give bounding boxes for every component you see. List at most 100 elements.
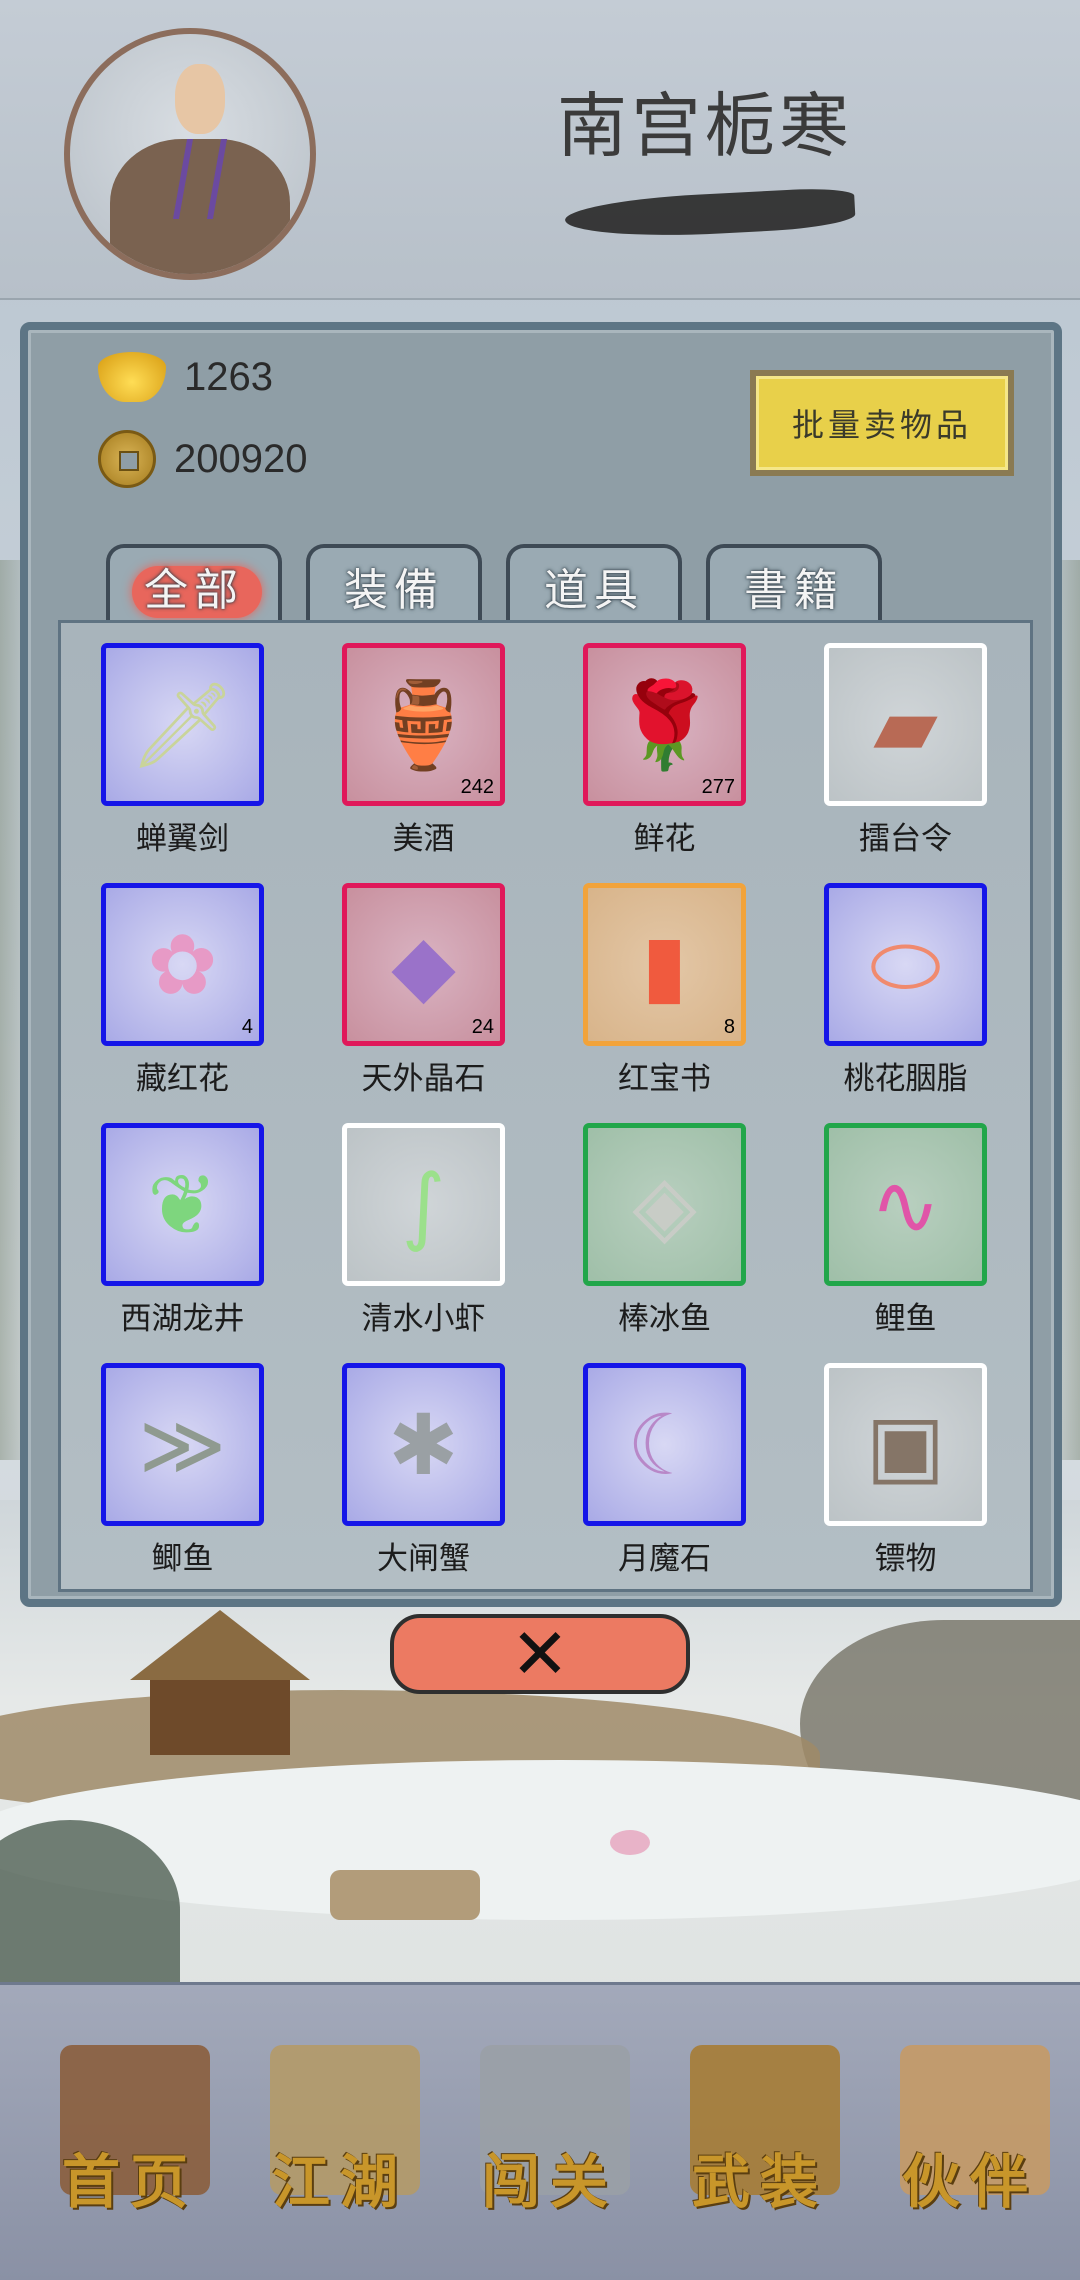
avatar[interactable] xyxy=(64,28,316,280)
item-slot[interactable]: ◆ 24 xyxy=(342,883,505,1046)
inventory-item[interactable]: ❦ 西湖龙井 xyxy=(61,1103,264,1337)
nav-label: 武装 xyxy=(691,2148,828,2216)
inventory-item[interactable]: ≫ 鲫鱼 xyxy=(61,1343,264,1577)
avatar-head xyxy=(175,64,225,134)
item-slot[interactable]: ∿ xyxy=(824,1123,987,1286)
tab-props[interactable]: 道具 xyxy=(506,544,682,624)
item-slot[interactable]: ≫ xyxy=(101,1363,264,1526)
item-slot[interactable]: ⬭ xyxy=(824,883,987,1046)
inventory-item[interactable]: ◈ 棒冰鱼 xyxy=(543,1103,746,1337)
item-slot[interactable]: ∫ xyxy=(342,1123,505,1286)
item-name: 天外晶石 xyxy=(361,1061,486,1097)
item-slot[interactable]: 🗡 xyxy=(101,643,264,806)
profile-header: 南宫栀寒 xyxy=(0,0,1080,300)
inventory-item[interactable]: ⬭ 桃花胭脂 xyxy=(784,863,987,1097)
sword-icon: 🗡 xyxy=(129,675,236,774)
hut-roof xyxy=(130,1610,310,1680)
nav-challenge[interactable]: 闯关 xyxy=(450,2025,650,2265)
close-button[interactable]: ✕ xyxy=(390,1613,690,1695)
ingot-balance: 1263 xyxy=(98,352,273,402)
hut-illustration xyxy=(130,1610,310,1760)
tab-equipment-label: 装備 xyxy=(344,565,444,616)
bulk-sell-button[interactable]: 批量卖物品 xyxy=(750,370,1014,476)
tab-books-label: 書籍 xyxy=(744,565,844,616)
inventory-item[interactable]: ✿ 4 藏红花 xyxy=(61,863,264,1097)
bottom-nav: 首页 江湖 闯关 武装 伙伴 xyxy=(0,1982,1080,2280)
ingot-value: 1263 xyxy=(184,354,273,399)
nav-home[interactable]: 首页 xyxy=(30,2025,230,2265)
tab-equipment[interactable]: 装備 xyxy=(306,544,482,624)
moon-stone-icon: ☾ xyxy=(626,1395,703,1494)
hut-wall xyxy=(150,1680,290,1755)
item-name: 鲫鱼 xyxy=(151,1541,214,1577)
ice-fish-icon: ◈ xyxy=(632,1155,697,1254)
inventory-item[interactable]: ∿ 鲤鱼 xyxy=(784,1103,987,1337)
item-slot[interactable]: ❦ xyxy=(101,1123,264,1286)
rose-icon: 🌹 xyxy=(612,675,717,774)
item-slot[interactable]: ☾ xyxy=(583,1363,746,1526)
item-count: 277 xyxy=(701,776,735,798)
inventory-item[interactable]: ∫ 清水小虾 xyxy=(302,1103,505,1337)
red-book-icon: ▮ xyxy=(641,915,688,1014)
item-slot[interactable]: ✿ 4 xyxy=(101,883,264,1046)
tab-all[interactable]: 全部 xyxy=(106,544,282,624)
item-slot[interactable]: ▣ xyxy=(824,1363,987,1526)
item-name: 鲤鱼 xyxy=(874,1301,937,1337)
item-name: 美酒 xyxy=(392,821,455,857)
tab-all-label: 全部 xyxy=(144,565,244,616)
tab-books[interactable]: 書籍 xyxy=(706,544,882,624)
inventory-item[interactable]: 🌹 277 鲜花 xyxy=(543,623,746,857)
nav-armament[interactable]: 武装 xyxy=(660,2025,860,2265)
crystal-icon: ◆ xyxy=(391,915,456,1014)
crucian-fish-icon: ≫ xyxy=(138,1395,227,1494)
item-slot[interactable]: 🌹 277 xyxy=(583,643,746,806)
item-name: 月魔石 xyxy=(618,1541,711,1577)
item-count: 4 xyxy=(241,1016,253,1038)
wine-jar-icon: 🏺 xyxy=(371,675,476,774)
carp-icon: ∿ xyxy=(870,1155,941,1254)
inventory-item[interactable]: ☾ 月魔石 xyxy=(543,1343,746,1577)
gold-ingot-icon xyxy=(98,352,166,402)
copper-coin-icon xyxy=(98,430,156,488)
item-name: 西湖龙井 xyxy=(120,1301,245,1337)
escort-box-icon: ▣ xyxy=(865,1395,946,1494)
ink-brush-stroke xyxy=(564,186,856,242)
rouge-box-icon: ⬭ xyxy=(869,915,942,1014)
crab-icon: ✱ xyxy=(388,1395,459,1494)
inventory-tabs: 全部 装備 道具 書籍 xyxy=(106,544,906,624)
item-name: 镖物 xyxy=(874,1541,937,1577)
item-name: 大闸蟹 xyxy=(377,1541,470,1577)
inventory-item[interactable]: ✱ 大闸蟹 xyxy=(302,1343,505,1577)
item-slot[interactable]: ▰ xyxy=(824,643,987,806)
token-icon: ▰ xyxy=(873,675,938,774)
item-name: 桃花胭脂 xyxy=(843,1061,968,1097)
item-slot[interactable]: ▮ 8 xyxy=(583,883,746,1046)
inventory-item[interactable]: 🗡 蝉翼剑 xyxy=(61,623,264,857)
inventory-item[interactable]: 🏺 242 美酒 xyxy=(302,623,505,857)
item-name: 棒冰鱼 xyxy=(618,1301,711,1337)
nav-jianghu[interactable]: 江湖 xyxy=(240,2025,440,2265)
nav-label: 江湖 xyxy=(271,2148,408,2216)
nav-label: 首页 xyxy=(61,2148,198,2216)
shrimp-icon: ∫ xyxy=(401,1155,446,1254)
nav-label: 闯关 xyxy=(481,2148,618,2216)
nav-label: 伙伴 xyxy=(901,2148,1038,2216)
item-count: 242 xyxy=(460,776,494,798)
item-slot[interactable]: 🏺 242 xyxy=(342,643,505,806)
coin-balance: 200920 xyxy=(98,430,307,488)
inventory-panel: 1263 200920 批量卖物品 全部 装備 道具 書籍 🗡 蝉翼剑 🏺 242 美酒… xyxy=(20,322,1062,1607)
inventory-item[interactable]: ▣ 镖物 xyxy=(784,1343,987,1577)
item-slot[interactable]: ✱ xyxy=(342,1363,505,1526)
inventory-item[interactable]: ▰ 擂台令 xyxy=(784,623,987,857)
inventory-item[interactable]: ◆ 24 天外晶石 xyxy=(302,863,505,1097)
saffron-flower-icon: ✿ xyxy=(147,915,218,1014)
inventory-item[interactable]: ▮ 8 红宝书 xyxy=(543,863,746,1097)
tab-props-label: 道具 xyxy=(544,565,644,616)
item-slot[interactable]: ◈ xyxy=(583,1123,746,1286)
item-count: 24 xyxy=(471,1016,494,1038)
coin-value: 200920 xyxy=(174,436,308,481)
item-name: 鲜花 xyxy=(633,821,696,857)
rock xyxy=(330,1870,480,1920)
player-name: 南宫栀寒 xyxy=(557,85,853,167)
nav-companions[interactable]: 伙伴 xyxy=(870,2025,1070,2265)
